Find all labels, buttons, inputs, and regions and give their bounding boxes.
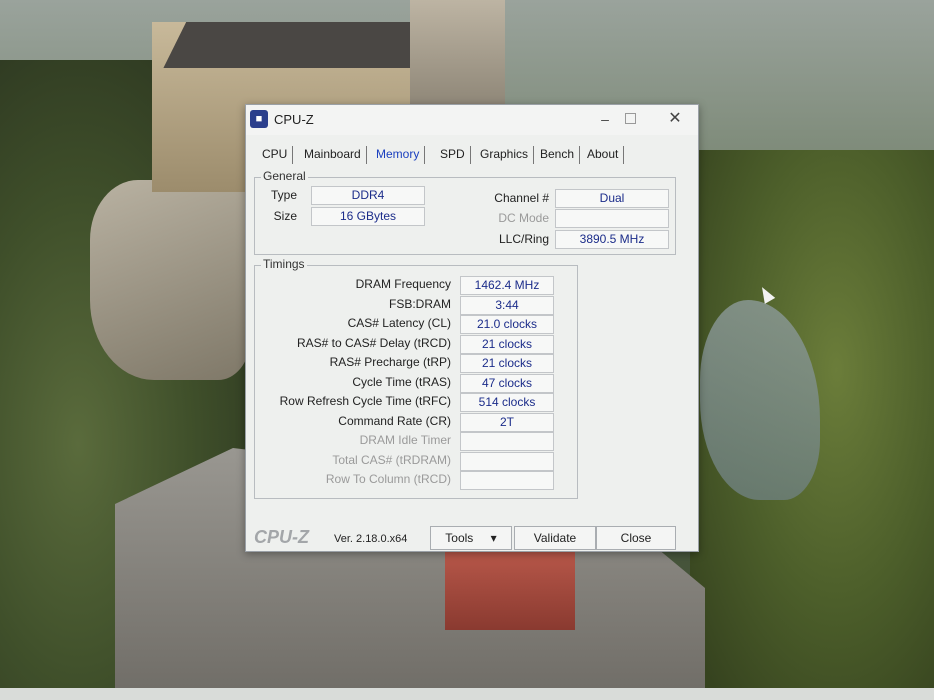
tab-graphics[interactable]: Graphics bbox=[478, 143, 535, 165]
dc-mode-value bbox=[555, 209, 669, 228]
llc-ring-label: LLC/Ring bbox=[498, 232, 549, 246]
type-label: Type bbox=[270, 188, 297, 202]
general-group: General Type DDR4 Size 16 GBytes Channel… bbox=[254, 169, 676, 255]
timing-label: Total CAS# (tRDRAM) bbox=[332, 452, 451, 467]
timing-value: 514 clocks bbox=[460, 393, 554, 412]
timing-value: 21.0 clocks bbox=[460, 315, 554, 334]
timing-label: FSB:DRAM bbox=[388, 296, 451, 311]
timing-value: 1462.4 MHz bbox=[460, 276, 554, 295]
title-bar[interactable]: ■ CPU-Z – ✕ bbox=[246, 105, 698, 135]
timing-value: 3:44 bbox=[460, 295, 554, 315]
version-label: Ver. 2.18.0.x64 bbox=[334, 533, 408, 545]
channel-value: Dual bbox=[555, 189, 669, 208]
timing-label: DRAM Frequency bbox=[355, 277, 451, 291]
cpuz-window: ■ CPU-Z – ✕ CPU Mainboard Memory SPD Gra… bbox=[245, 104, 699, 552]
tab-cpu[interactable]: CPU bbox=[260, 143, 294, 165]
tab-memory[interactable]: Memory bbox=[374, 143, 426, 165]
timing-value bbox=[460, 451, 554, 471]
tab-spd[interactable]: SPD bbox=[438, 143, 471, 165]
timing-label: DRAM Idle Timer bbox=[359, 433, 451, 447]
wallpaper-castle-roof bbox=[163, 22, 437, 68]
tab-mainboard[interactable]: Mainboard bbox=[302, 143, 367, 165]
size-label: Size bbox=[273, 209, 297, 223]
cpuz-app-icon: ■ bbox=[250, 110, 268, 128]
close-button[interactable]: Close bbox=[596, 526, 676, 550]
timing-value: 2T bbox=[460, 412, 554, 432]
window-title: CPU-Z bbox=[274, 112, 314, 127]
wallpaper-castle-tower bbox=[410, 0, 505, 110]
tools-button[interactable]: Tools ▾ bbox=[430, 526, 512, 550]
timing-value: 21 clocks bbox=[460, 334, 554, 354]
maximize-button[interactable] bbox=[616, 108, 644, 130]
dc-mode-label: DC Mode bbox=[498, 211, 549, 225]
timing-value bbox=[460, 471, 554, 490]
channel-label: Channel # bbox=[494, 191, 549, 205]
minimize-button[interactable]: – bbox=[591, 108, 619, 130]
chevron-down-icon: ▾ bbox=[490, 531, 497, 545]
timing-label: RAS# Precharge (tRP) bbox=[329, 355, 451, 369]
maximize-icon bbox=[624, 113, 636, 124]
validate-button[interactable]: Validate bbox=[514, 526, 596, 550]
tab-about[interactable]: About bbox=[585, 143, 625, 165]
wallpaper-cliff bbox=[90, 180, 250, 380]
timing-label: Command Rate (CR) bbox=[338, 413, 451, 428]
size-value: 16 GBytes bbox=[311, 207, 425, 226]
llc-ring-value: 3890.5 MHz bbox=[555, 230, 669, 249]
tools-button-label: Tools bbox=[445, 531, 474, 545]
taskbar-edge bbox=[0, 688, 934, 700]
timing-label: RAS# to CAS# Delay (tRCD) bbox=[296, 335, 451, 350]
timing-value: 47 clocks bbox=[460, 373, 554, 393]
tab-bench[interactable]: Bench bbox=[538, 143, 581, 165]
timing-label: Cycle Time (tRAS) bbox=[352, 374, 451, 389]
timing-value: 21 clocks bbox=[460, 354, 554, 373]
type-value: DDR4 bbox=[311, 186, 425, 205]
timing-label: Row Refresh Cycle Time (tRFC) bbox=[279, 394, 451, 408]
timing-label: CAS# Latency (CL) bbox=[347, 316, 451, 330]
cpuz-logo: CPU-Z bbox=[254, 527, 309, 547]
wallpaper-red-building bbox=[445, 550, 575, 630]
close-window-button[interactable]: ✕ bbox=[661, 108, 689, 130]
timings-group-label: Timings bbox=[261, 257, 307, 271]
timing-label: Row To Column (tRCD) bbox=[325, 472, 451, 486]
general-group-label: General bbox=[261, 169, 308, 183]
timings-group: Timings DRAM Frequency 1462.4 MHz FSB:DRAM… bbox=[254, 257, 578, 499]
timing-value bbox=[460, 432, 554, 451]
